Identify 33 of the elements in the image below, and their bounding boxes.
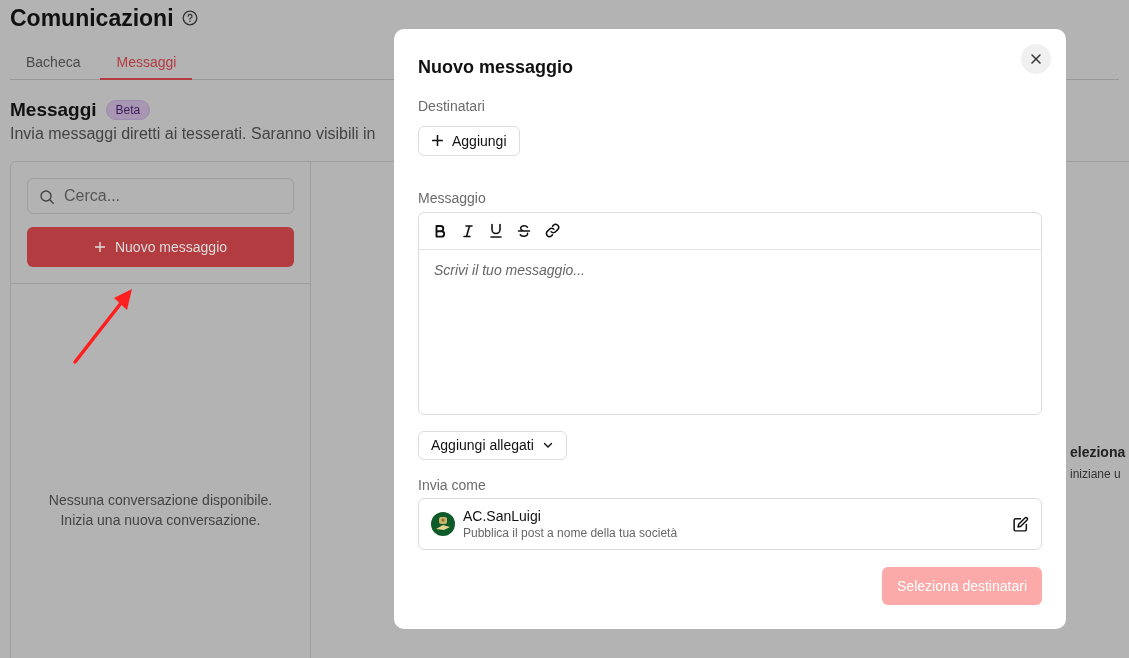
- link-icon[interactable]: [545, 223, 560, 238]
- section-title: Messaggi: [10, 99, 97, 121]
- underline-icon[interactable]: [489, 223, 503, 238]
- field-label: Destinatari: [418, 98, 485, 114]
- empty-state-title: eleziona: [1070, 444, 1126, 460]
- sender-name: AC.SanLuigi: [463, 508, 542, 524]
- new-message-button[interactable]: Nuovo messaggio: [27, 227, 294, 267]
- field-label: Messaggio: [418, 189, 486, 206]
- empty-state-text: Inizia una nuova conversazione.: [60, 511, 261, 530]
- message-editor[interactable]: Scrivi il tuo messaggio...: [418, 211, 1042, 415]
- empty-state-text: Nessuna conversazione disponibile.: [48, 491, 273, 510]
- dialog-title: Nuovo messaggio: [418, 57, 574, 78]
- close-icon: [1030, 53, 1042, 65]
- section-description: Invia messaggi diretti ai tesserati. Saranno visibili in: [10, 125, 376, 143]
- strikethrough-icon[interactable]: [517, 223, 531, 238]
- attachments-button[interactable]: Aggiungi allegati: [418, 430, 567, 460]
- beta-badge: Beta: [105, 100, 151, 120]
- field-label: Invia come: [418, 477, 486, 493]
- help-icon[interactable]: [181, 10, 198, 26]
- italic-icon[interactable]: [461, 223, 475, 238]
- search-icon: [39, 189, 55, 205]
- empty-state-text: iniziane u: [1070, 467, 1121, 481]
- search-field[interactable]: Cerca...: [27, 178, 294, 214]
- bold-icon[interactable]: [433, 223, 447, 238]
- sender-description: Pubblica il post a nome della tua società: [463, 526, 679, 540]
- plus-icon: [93, 241, 106, 253]
- close-button[interactable]: [1021, 44, 1051, 74]
- edit-icon[interactable]: [1012, 515, 1029, 533]
- tab[interactable]: Bacheca: [10, 48, 97, 80]
- page-title: Comunicazioni: [10, 4, 174, 32]
- tab[interactable]: Messaggi: [100, 48, 193, 80]
- add-recipient-button[interactable]: Aggiungi: [418, 126, 520, 156]
- plus-icon: [431, 134, 444, 148]
